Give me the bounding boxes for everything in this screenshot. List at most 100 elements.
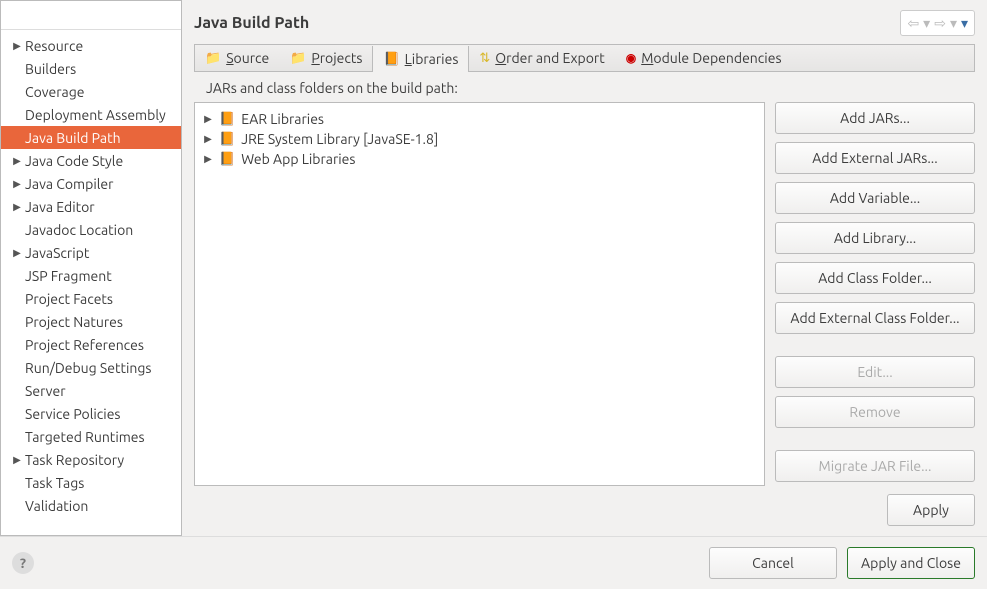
sidebar-item-label: Service Policies xyxy=(25,406,121,422)
forward-icon[interactable]: ⇨ xyxy=(932,15,948,32)
expand-arrow-icon: ▶ xyxy=(11,454,23,466)
apply-and-close-button[interactable]: Apply and Close xyxy=(847,547,975,579)
tab[interactable]: ⇅ Order and Export xyxy=(469,45,615,71)
sidebar-item[interactable]: ▶Task Repository xyxy=(1,448,181,471)
sidebar-item[interactable]: Javadoc Location xyxy=(1,218,181,241)
sidebar-item[interactable]: JSP Fragment xyxy=(1,264,181,287)
sidebar-item[interactable]: Project Facets xyxy=(1,287,181,310)
view-menu-icon[interactable]: ▾ xyxy=(959,15,970,32)
sidebar-item[interactable]: Targeted Runtimes xyxy=(1,425,181,448)
add-jars-button[interactable]: Add JARs... xyxy=(775,102,975,134)
book-icon: 📙 xyxy=(383,52,399,67)
expand-arrow-icon: ▶ xyxy=(11,201,23,213)
sidebar-item[interactable]: ▶Java Compiler xyxy=(1,172,181,195)
tab[interactable]: 📁 Source xyxy=(195,45,280,71)
tab-label: Projects xyxy=(311,50,362,66)
back-menu-icon[interactable]: ▾ xyxy=(921,15,932,32)
content-panel: Java Build Path ⇦ ▾ ⇨ ▾ ▾ 📁 Source 📁 Projec… xyxy=(182,0,987,536)
sidebar-item-label: Coverage xyxy=(25,84,85,100)
sidebar-item-label: Java Build Path xyxy=(25,130,121,146)
sidebar-item[interactable]: ▶Java Code Style xyxy=(1,149,181,172)
library-label: JRE System Library [JavaSE-1.8] xyxy=(241,131,438,147)
sidebar-item-label: Resource xyxy=(25,38,83,54)
tab-label: Libraries xyxy=(405,51,459,67)
sidebar-item-label: Task Repository xyxy=(25,452,124,468)
filter-input[interactable] xyxy=(1,1,181,29)
sidebar-item[interactable]: ▶Resource xyxy=(1,34,181,57)
sidebar-item-label: Project Natures xyxy=(25,314,123,330)
sidebar-item[interactable]: ▶Java Editor xyxy=(1,195,181,218)
page-title: Java Build Path xyxy=(194,14,309,32)
add-library-button[interactable]: Add Library... xyxy=(775,222,975,254)
sidebar-item-label: Project References xyxy=(25,337,144,353)
sidebar-item-label: JSP Fragment xyxy=(25,268,112,284)
sidebar-item[interactable]: Run/Debug Settings xyxy=(1,356,181,379)
expand-arrow-icon: ▶ xyxy=(11,155,23,167)
sidebar-item-label: Javadoc Location xyxy=(25,222,133,238)
sidebar-item[interactable]: ▶JavaScript xyxy=(1,241,181,264)
tab-label: Source xyxy=(226,50,269,66)
expand-arrow-icon: ▶ xyxy=(11,178,23,190)
sidebar-item-label: Deployment Assembly xyxy=(25,107,166,123)
add-external-class-folder-button[interactable]: Add External Class Folder... xyxy=(775,302,975,334)
order-icon: ⇅ xyxy=(479,51,490,66)
expand-arrow-icon: ▶ xyxy=(203,153,213,165)
add-variable-button[interactable]: Add Variable... xyxy=(775,182,975,214)
sidebar-item[interactable]: Coverage xyxy=(1,80,181,103)
remove-button: Remove xyxy=(775,396,975,428)
folder-icon: 📁 xyxy=(290,51,306,66)
library-item[interactable]: ▶ 📙 EAR Libraries xyxy=(203,109,756,129)
sidebar-item-label: Task Tags xyxy=(25,475,84,491)
back-icon[interactable]: ⇦ xyxy=(905,15,921,32)
sidebar-item[interactable]: Task Tags xyxy=(1,471,181,494)
sidebar-item-label: Project Facets xyxy=(25,291,113,307)
sidebar-item-label: Validation xyxy=(25,498,88,514)
help-icon[interactable]: ? xyxy=(12,552,34,574)
sidebar: ▶ResourceBuildersCoverageDeployment Asse… xyxy=(0,0,182,536)
sidebar-item[interactable]: Validation xyxy=(1,494,181,517)
red-icon: ◉ xyxy=(626,51,636,65)
tab-bar: 📁 Source 📁 Projects 📙 Libraries ⇅ Order and Exp… xyxy=(194,44,975,71)
section-description: JARs and class folders on the build path… xyxy=(194,71,975,102)
add-class-folder-button[interactable]: Add Class Folder... xyxy=(775,262,975,294)
library-item[interactable]: ▶ 📙 Web App Libraries xyxy=(203,149,756,169)
library-label: EAR Libraries xyxy=(241,111,324,127)
apply-button[interactable]: Apply xyxy=(887,494,975,526)
sidebar-item[interactable]: Deployment Assembly xyxy=(1,103,181,126)
dialog-footer: ? Cancel Apply and Close xyxy=(0,536,987,589)
sidebar-item[interactable]: Project Natures xyxy=(1,310,181,333)
library-icon: 📙 xyxy=(219,112,235,127)
forward-menu-icon[interactable]: ▾ xyxy=(948,15,959,32)
expand-arrow-icon: ▶ xyxy=(203,133,213,145)
sidebar-item[interactable]: Project References xyxy=(1,333,181,356)
sidebar-item-label: Builders xyxy=(25,61,76,77)
cancel-button[interactable]: Cancel xyxy=(709,547,837,579)
sidebar-item-label: Server xyxy=(25,383,66,399)
tab-label: Module Dependencies xyxy=(641,50,781,66)
history-nav: ⇦ ▾ ⇨ ▾ ▾ xyxy=(900,10,975,36)
expand-arrow-icon: ▶ xyxy=(11,247,23,259)
sidebar-item-label: Java Compiler xyxy=(25,176,113,192)
sidebar-item-label: Targeted Runtimes xyxy=(25,429,145,445)
sidebar-item[interactable]: Java Build Path xyxy=(1,126,181,149)
libraries-list[interactable]: ▶ 📙 EAR Libraries ▶ 📙 JRE System Library [Jav… xyxy=(194,102,765,486)
migrate-jar-button: Migrate JAR File... xyxy=(775,450,975,482)
expand-arrow-icon: ▶ xyxy=(203,113,213,125)
sidebar-item-label: Run/Debug Settings xyxy=(25,360,152,376)
tab-label: Order and Export xyxy=(495,50,604,66)
folder-icon: 📁 xyxy=(205,51,221,66)
library-label: Web App Libraries xyxy=(241,151,355,167)
library-icon: 📙 xyxy=(219,132,235,147)
sidebar-item[interactable]: Server xyxy=(1,379,181,402)
sidebar-item[interactable]: Builders xyxy=(1,57,181,80)
tab[interactable]: ◉ Module Dependencies xyxy=(616,45,793,71)
library-icon: 📙 xyxy=(219,152,235,167)
tab[interactable]: 📙 Libraries xyxy=(372,46,469,72)
sidebar-item[interactable]: Service Policies xyxy=(1,402,181,425)
sidebar-item-label: Java Code Style xyxy=(25,153,123,169)
add-external-jars-button[interactable]: Add External JARs... xyxy=(775,142,975,174)
library-item[interactable]: ▶ 📙 JRE System Library [JavaSE-1.8] xyxy=(203,129,756,149)
sidebar-item-label: JavaScript xyxy=(25,245,89,261)
tab[interactable]: 📁 Projects xyxy=(280,45,373,71)
expand-arrow-icon: ▶ xyxy=(11,40,23,52)
